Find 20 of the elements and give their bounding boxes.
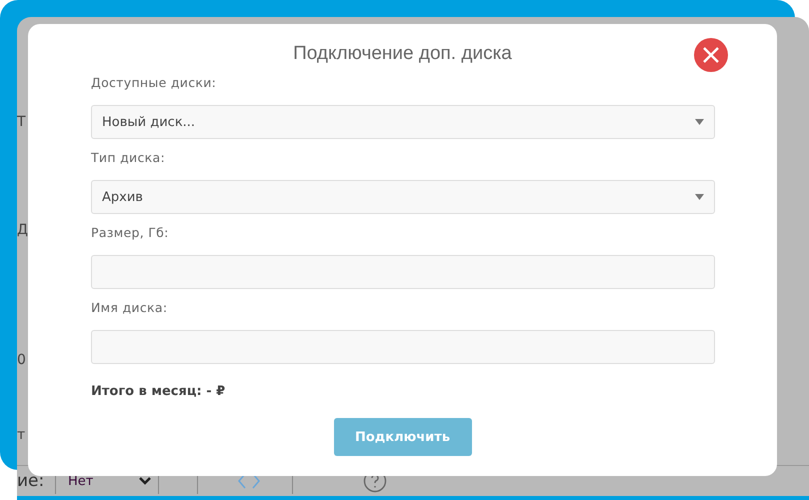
text-fragment: 0 — [17, 351, 27, 369]
close-icon — [702, 46, 720, 64]
text-fragment: Д — [17, 221, 28, 239]
close-button[interactable] — [694, 38, 728, 72]
field-label: ие: — [17, 471, 46, 491]
dropdown-arrow-icon — [695, 194, 704, 200]
field-label: Размер, Гб: — [91, 225, 170, 242]
input-field[interactable] — [91, 330, 715, 364]
field-label: Тип диска: — [91, 150, 166, 167]
dropdown-arrow-icon — [695, 119, 704, 125]
dropdown[interactable]: Архив — [91, 180, 715, 214]
dialog-title: Подключение доп. диска — [293, 43, 512, 66]
dropdown[interactable]: Новый диск... — [91, 105, 715, 139]
field-label: Имя диска: — [91, 300, 168, 317]
input-field[interactable] — [91, 255, 715, 289]
total-text: Итого в месяц: - ₽ — [91, 384, 226, 399]
chevron-down-icon — [138, 476, 152, 486]
field-label: Доступные диски: — [91, 75, 218, 92]
text-fragment: т — [17, 426, 26, 444]
text-fragment: Т — [17, 113, 27, 131]
